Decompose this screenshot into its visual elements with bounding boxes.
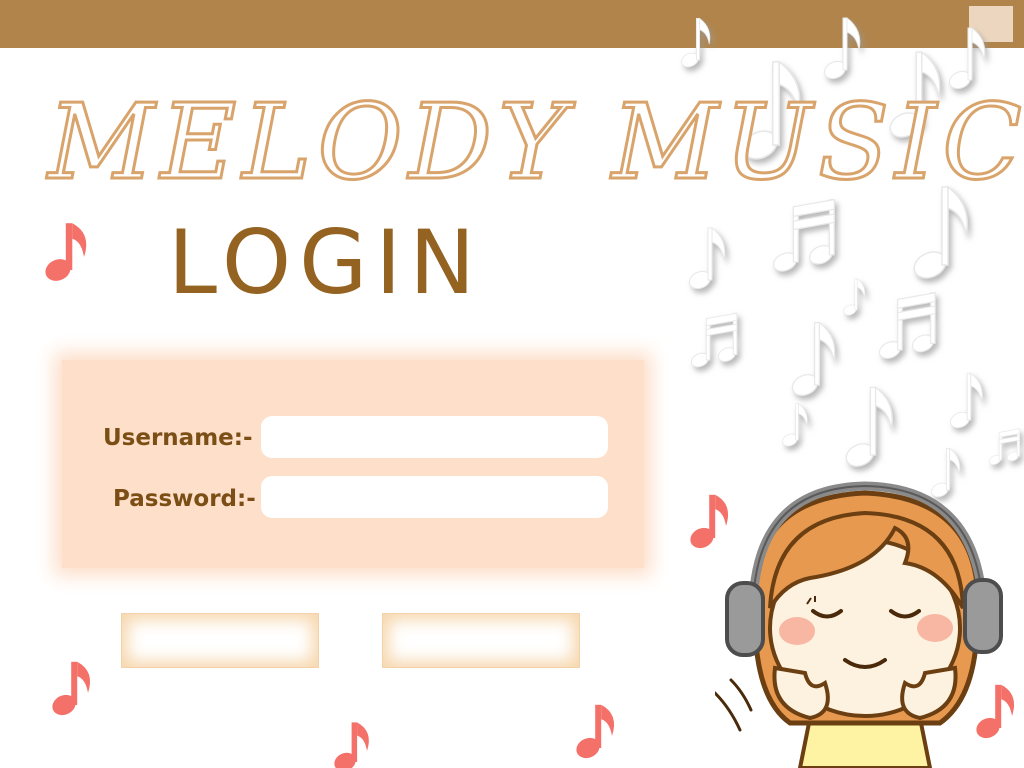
password-label: Password:- <box>113 486 256 512</box>
title-bar <box>0 0 1024 48</box>
cancel-button[interactable] <box>382 613 580 668</box>
username-label: Username:- <box>103 425 253 451</box>
login-form-panel <box>62 360 644 568</box>
password-input[interactable] <box>261 476 608 518</box>
page-title: LOGIN <box>168 211 484 314</box>
app-brand-title: MELODY MUSIC <box>47 81 1024 204</box>
window-control-button[interactable] <box>969 6 1013 42</box>
login-button[interactable] <box>121 613 319 668</box>
username-input[interactable] <box>261 416 608 458</box>
girl-with-headphones-illustration <box>715 481 1003 768</box>
